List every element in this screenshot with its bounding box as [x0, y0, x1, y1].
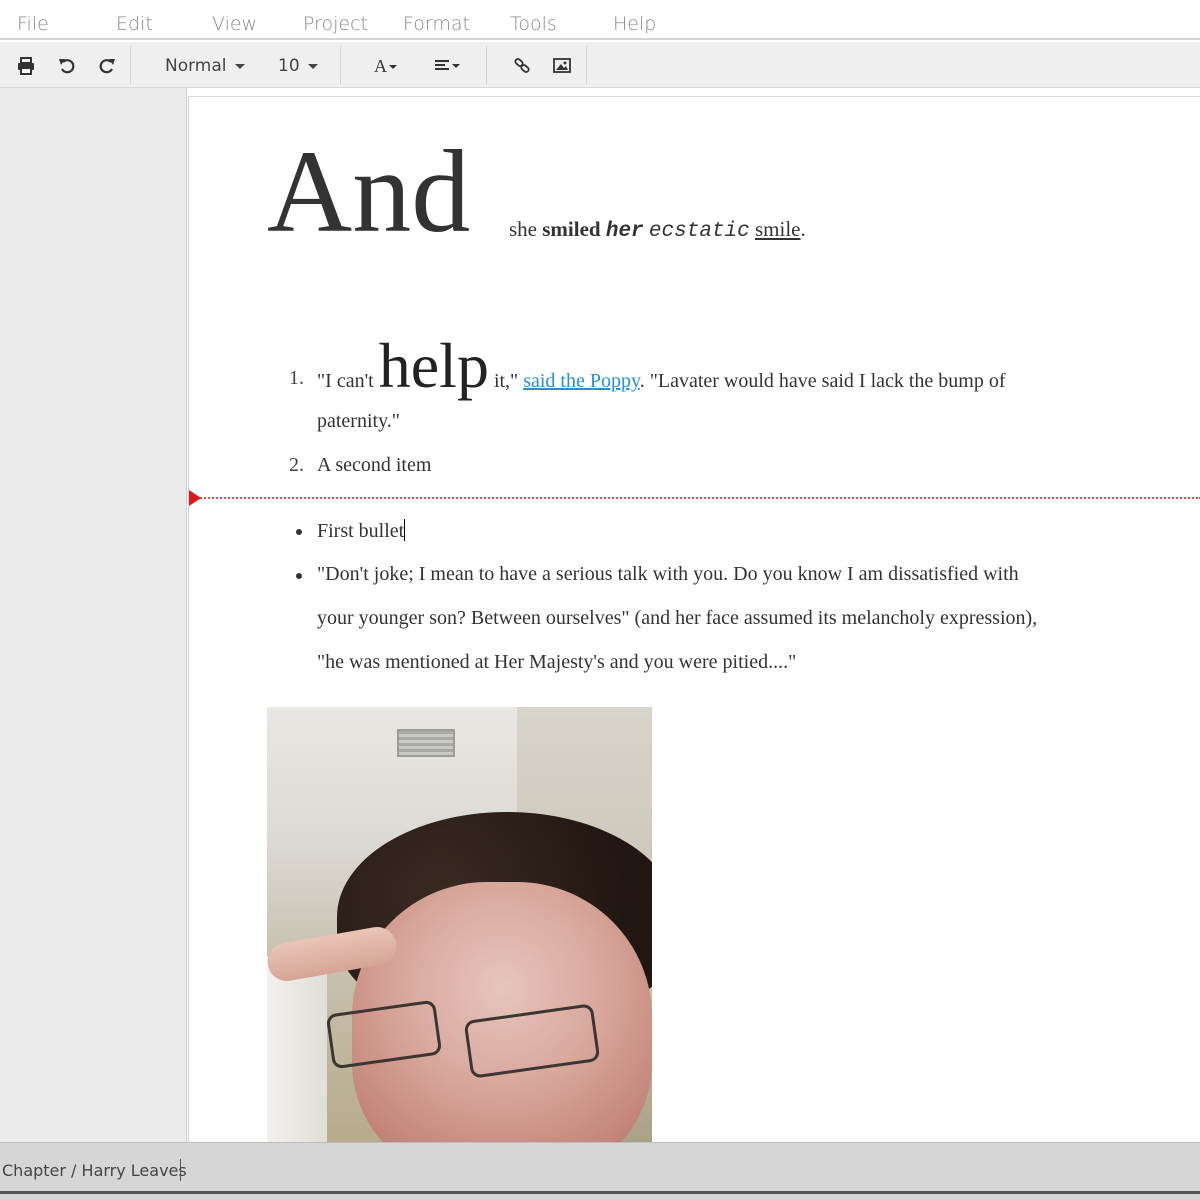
list-number: 2. [289, 454, 304, 476]
menu-project[interactable]: Project [303, 13, 368, 35]
editor-page[interactable]: And she smiled her ecstatic smile. 1. "I… [188, 96, 1200, 1142]
bullet-item: "Don't joke; I mean to have a serious ta… [317, 563, 1019, 585]
bullet-dot [296, 573, 302, 579]
style-dropdown-value: Normal [165, 56, 227, 76]
toolbar-separator [486, 46, 487, 84]
page-break-line [189, 497, 1200, 499]
chevron-down-icon [307, 63, 318, 69]
toolbar-separator [130, 46, 131, 84]
chevron-down-icon [234, 63, 245, 69]
undo-icon[interactable] [56, 55, 78, 77]
intro-line: she smiled her ecstatic smile. [509, 217, 806, 243]
toolbar-separator [586, 46, 587, 84]
bullet-dot [296, 529, 302, 535]
breadcrumb[interactable]: Chapter / Harry Leaves [2, 1161, 187, 1180]
photo-door [267, 957, 327, 1142]
list-item-continuation: paternity." [317, 410, 400, 432]
intro-her: her [605, 220, 644, 243]
bullet-continuation: your younger son? Between ourselves" (an… [317, 607, 1038, 629]
menu-tools[interactable]: Tools [510, 13, 557, 35]
intro-smile: smile [754, 217, 801, 241]
intro-ecstatic: ecstatic [648, 220, 750, 243]
list-number: 1. [289, 367, 304, 389]
page-break-marker-icon[interactable] [189, 490, 201, 506]
photo-vent [397, 729, 455, 757]
menu-format[interactable]: Format [403, 13, 470, 35]
inline-photo[interactable] [267, 707, 652, 1142]
text-cursor [404, 519, 406, 541]
print-icon[interactable] [15, 55, 37, 77]
align-icon[interactable] [433, 55, 463, 77]
list-item: A second item [317, 454, 432, 476]
bullet-item[interactable]: First bullet [317, 519, 406, 543]
toolbar-separator [340, 46, 341, 84]
menu-file[interactable]: File [17, 13, 49, 35]
drop-word: And [267, 126, 471, 257]
list-text: "I can't [317, 370, 374, 392]
list-item: "I can't help it," said the Poppy. "Lava… [317, 334, 1006, 398]
side-panel [0, 88, 187, 1143]
bullet-text: First bullet [317, 520, 405, 542]
window-bottom-border [0, 1191, 1200, 1194]
intro-smiled: smiled [542, 217, 601, 241]
link-icon[interactable] [511, 55, 533, 77]
bullet-continuation: "he was mentioned at Her Majesty's and y… [317, 651, 797, 673]
image-icon[interactable] [551, 55, 573, 77]
menu-edit[interactable]: Edit [116, 13, 153, 35]
redo-icon[interactable] [96, 55, 118, 77]
inline-link[interactable]: said the Poppy [523, 370, 639, 392]
svg-text:A: A [374, 56, 387, 76]
list-text: . "Lavater would have said I lack the bu… [639, 370, 1006, 392]
toolbar: Normal 10 A [0, 42, 1200, 88]
font-size-dropdown[interactable]: 10 [278, 56, 318, 76]
menu-view[interactable]: View [212, 13, 257, 35]
font-style-icon[interactable]: A [372, 55, 402, 77]
intro-she: she [509, 217, 537, 241]
style-dropdown[interactable]: Normal [165, 56, 245, 76]
status-separator [180, 1159, 181, 1181]
list-text: it," [493, 370, 519, 392]
intro-period: . [800, 217, 806, 241]
font-size-value: 10 [278, 56, 300, 76]
menu-bar: File Edit View Project Format Tools Help [0, 0, 1200, 40]
big-word: help [378, 330, 489, 401]
menu-help[interactable]: Help [613, 13, 656, 35]
